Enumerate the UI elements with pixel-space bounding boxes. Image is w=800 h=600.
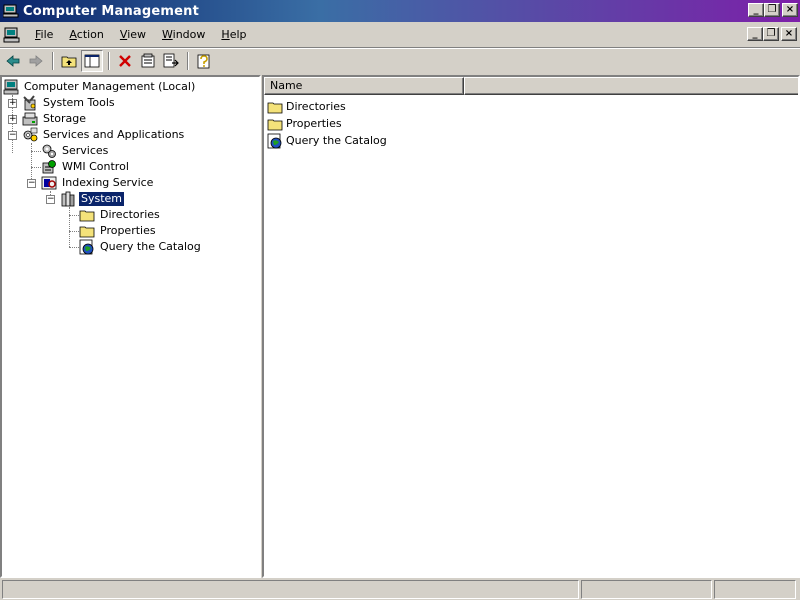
list-item-label: Query the Catalog xyxy=(286,134,387,147)
status-cell-main xyxy=(2,580,579,599)
tree-label: System Tools xyxy=(43,96,115,109)
indexing-service-icon xyxy=(41,176,57,190)
menu-view[interactable]: View xyxy=(112,25,154,45)
collapse-services-applications[interactable]: − xyxy=(8,131,17,140)
child-close-button[interactable]: × xyxy=(781,27,797,41)
tree-item-properties[interactable]: Properties xyxy=(79,223,158,239)
tree-label: Computer Management (Local) xyxy=(24,80,196,93)
status-bar xyxy=(0,579,800,600)
up-one-level-button[interactable] xyxy=(58,50,80,72)
console-tree[interactable]: Computer Management (Local) + System Too… xyxy=(0,75,261,578)
system-tools-icon xyxy=(23,95,36,111)
toolbar-separator xyxy=(108,52,110,70)
list-item[interactable]: Directories xyxy=(267,98,346,115)
tree-item-services[interactable]: Services xyxy=(41,143,110,159)
tree-label-selected: System xyxy=(77,191,126,207)
tree-connector xyxy=(69,231,79,232)
forward-button[interactable] xyxy=(25,50,47,72)
tree-label: Directories xyxy=(100,208,160,221)
show-hide-tree-button[interactable] xyxy=(81,50,103,72)
tree-item-query-catalog[interactable]: Query the Catalog xyxy=(79,239,203,255)
tree-label: Query the Catalog xyxy=(100,240,201,253)
tree-label: Services and Applications xyxy=(43,128,185,141)
menu-help[interactable]: Help xyxy=(213,25,254,45)
status-cell-tertiary xyxy=(714,580,796,599)
services-applications-icon xyxy=(23,127,38,142)
folder-icon xyxy=(79,210,95,222)
list-item-label: Directories xyxy=(286,100,346,113)
tree-label: WMI Control xyxy=(62,160,129,173)
menu-file[interactable]: File xyxy=(27,25,61,45)
tree-item-directories[interactable]: Directories xyxy=(79,207,162,223)
menu-bar: File Action View Window Help _ ❐ × xyxy=(0,23,800,47)
child-restore-button[interactable]: ❐ xyxy=(763,27,779,41)
tree-item-services-applications[interactable]: Services and Applications xyxy=(22,127,186,143)
computer-icon xyxy=(3,79,19,95)
tree-connector xyxy=(31,143,32,183)
tree-connector xyxy=(69,207,70,247)
properties-button[interactable] xyxy=(137,50,159,72)
export-list-icon xyxy=(163,53,179,68)
forward-arrow-icon xyxy=(29,55,43,67)
expand-system-tools[interactable]: + xyxy=(8,99,17,108)
tree-item-wmi-control[interactable]: WMI Control xyxy=(41,159,131,175)
tree-label: Properties xyxy=(100,224,156,237)
back-button[interactable] xyxy=(2,50,24,72)
catalog-icon xyxy=(61,191,75,207)
help-icon xyxy=(197,54,210,69)
storage-icon xyxy=(22,112,38,126)
tree-label: Indexing Service xyxy=(62,176,154,189)
show-hide-tree-icon xyxy=(84,54,100,68)
collapse-indexing-service[interactable]: − xyxy=(27,179,36,188)
menu-action[interactable]: Action xyxy=(61,25,111,45)
tree-connector xyxy=(69,215,79,216)
restore-button[interactable]: ❐ xyxy=(764,3,780,17)
computer-management-icon xyxy=(3,4,19,18)
help-button[interactable] xyxy=(193,50,215,72)
tree-connector xyxy=(31,151,41,152)
tree-item-system-tools[interactable]: System Tools xyxy=(22,95,117,111)
list-item-label: Properties xyxy=(286,117,342,130)
close-button[interactable]: × xyxy=(782,3,798,17)
status-cell-secondary xyxy=(580,580,713,599)
title-bar[interactable]: Computer Management _ ❐ × xyxy=(0,0,800,22)
wmi-control-icon xyxy=(42,160,56,174)
tree-connector xyxy=(69,247,79,248)
tree-item-storage[interactable]: Storage xyxy=(22,111,88,127)
tree-item-system[interactable]: System xyxy=(60,191,126,207)
list-item[interactable]: Properties xyxy=(267,115,342,132)
properties-icon xyxy=(141,53,155,68)
minimize-button[interactable]: _ xyxy=(748,3,764,17)
window-title: Computer Management xyxy=(23,3,200,19)
details-pane[interactable]: Name Directories Properties Query the Ca… xyxy=(262,75,800,578)
toolbar-separator xyxy=(187,52,189,70)
export-list-button[interactable] xyxy=(160,50,182,72)
folder-icon xyxy=(267,102,283,113)
toolbar-separator xyxy=(52,52,54,70)
query-globe-icon xyxy=(267,133,282,148)
tree-label: Services xyxy=(62,144,109,157)
tree-label: Storage xyxy=(43,112,87,125)
back-arrow-icon xyxy=(6,55,20,67)
expand-storage[interactable]: + xyxy=(8,115,17,124)
folder-icon xyxy=(79,226,95,238)
tree-item-root[interactable]: Computer Management (Local) xyxy=(3,79,197,95)
delete-icon xyxy=(119,55,131,67)
delete-button[interactable] xyxy=(114,50,136,72)
console-window-icon[interactable] xyxy=(3,27,21,43)
up-folder-icon xyxy=(61,56,77,68)
child-minimize-button[interactable]: _ xyxy=(747,27,763,41)
query-globe-icon xyxy=(79,239,94,255)
services-gear-icon xyxy=(42,144,56,158)
tree-item-indexing-service[interactable]: Indexing Service xyxy=(41,175,155,191)
tree-connector xyxy=(31,167,41,168)
column-header-name[interactable]: Name xyxy=(264,77,464,95)
menu-window[interactable]: Window xyxy=(154,25,213,45)
column-header-empty[interactable] xyxy=(464,77,798,95)
toolbar xyxy=(0,49,800,73)
list-item[interactable]: Query the Catalog xyxy=(267,132,387,149)
folder-icon xyxy=(267,119,283,130)
collapse-system[interactable]: − xyxy=(46,195,55,204)
